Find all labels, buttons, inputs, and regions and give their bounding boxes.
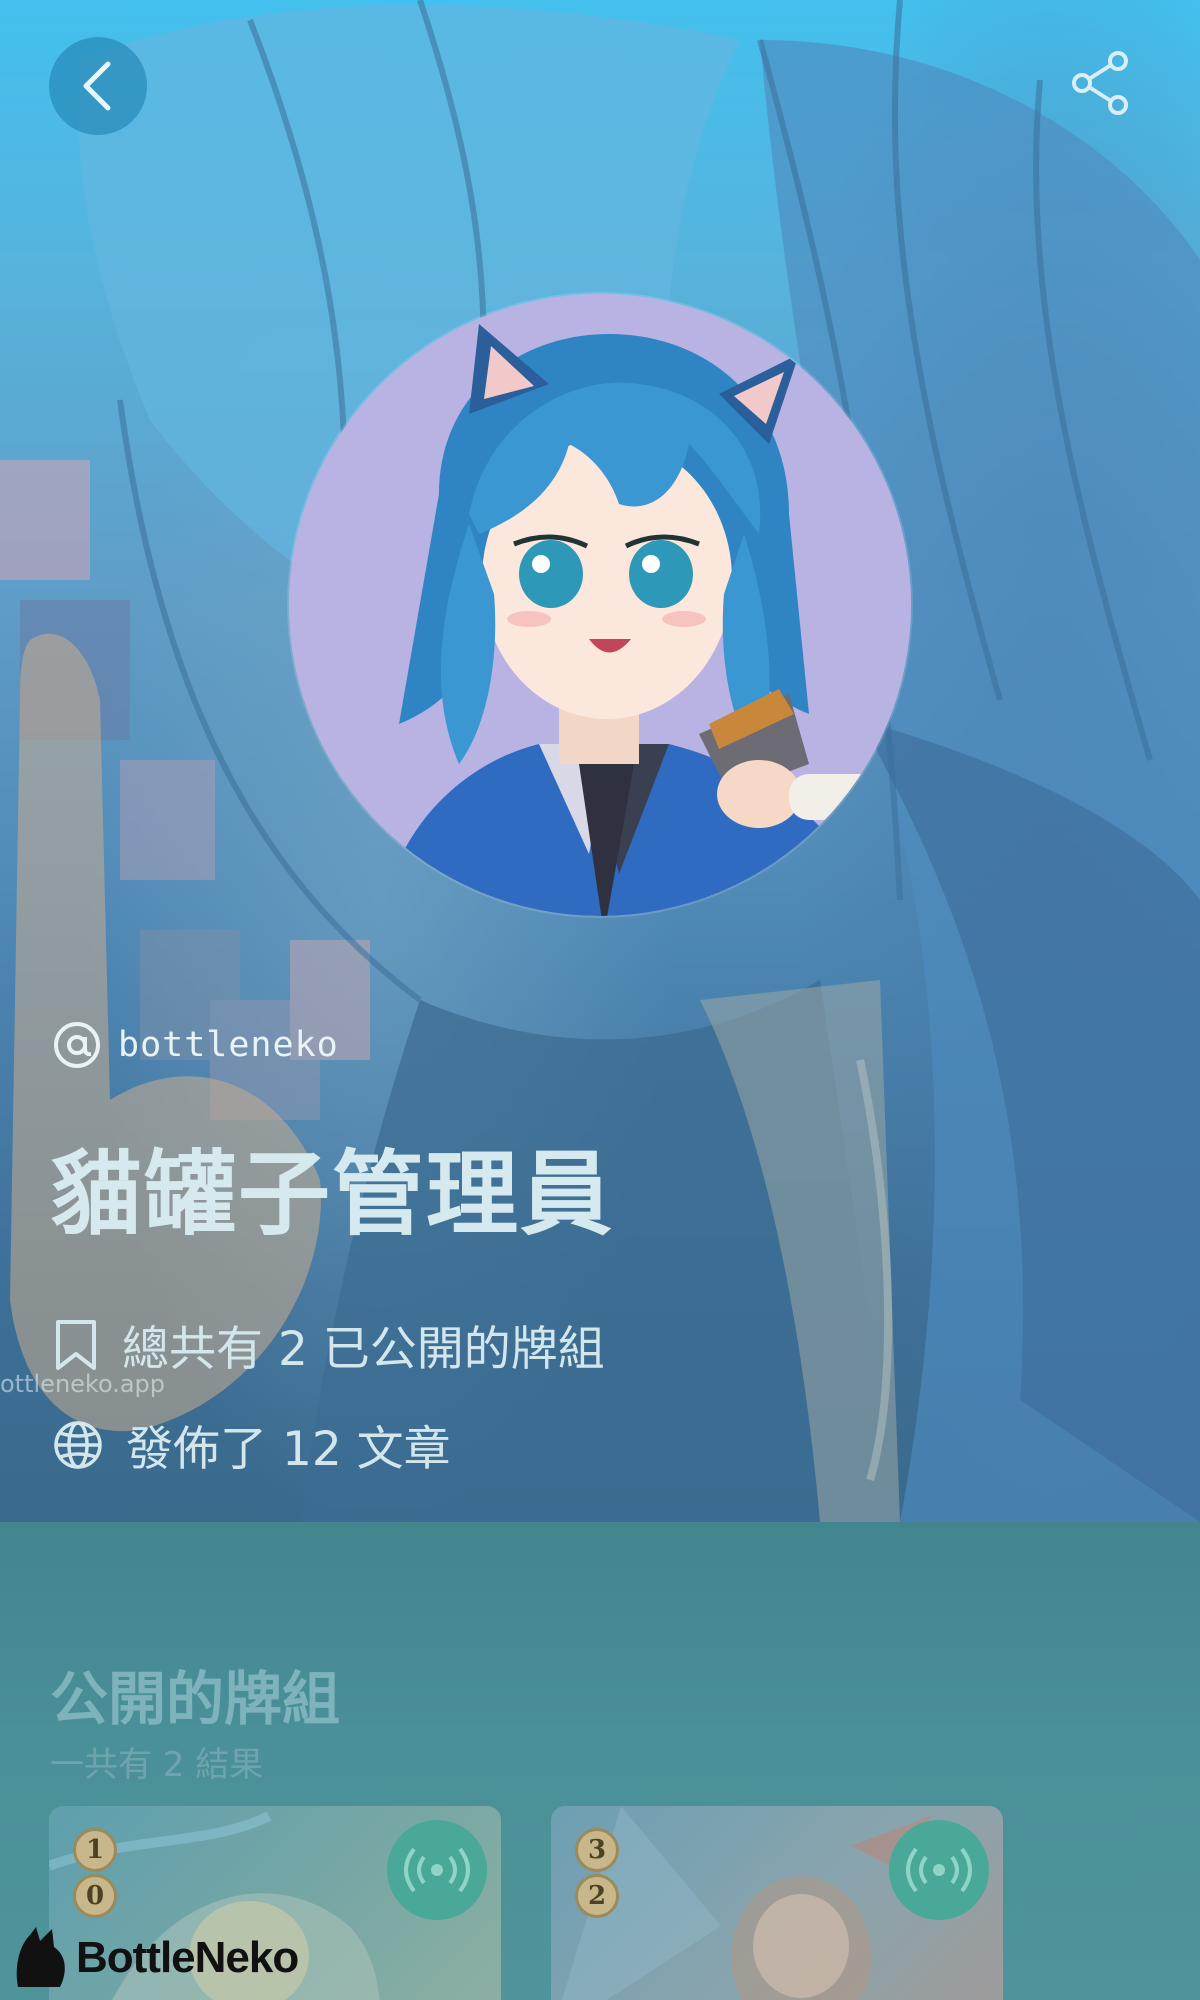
deck-level-coins: 1 0 xyxy=(71,1828,119,1918)
avatar-illustration xyxy=(289,294,911,916)
brand-logo: BottleNeko xyxy=(12,1925,299,1991)
deck-level-top: 1 xyxy=(73,1828,117,1872)
share-icon xyxy=(1072,51,1128,115)
live-badge xyxy=(889,1820,989,1920)
bookmark-icon xyxy=(56,1319,96,1370)
broadcast-icon xyxy=(906,1847,972,1893)
posts-stat-text: 發佈了 12 文章 xyxy=(126,1422,451,1477)
deck-level-bottom: 0 xyxy=(73,1874,117,1918)
section-title: 公開的牌組 xyxy=(50,1665,341,1733)
chevron-left-icon xyxy=(83,61,111,111)
public-decks-stat: 總共有 2 已公開的牌組 xyxy=(52,1310,605,1379)
deck-card[interactable]: 3 2 xyxy=(551,1806,1003,2000)
deck-level-bottom: 2 xyxy=(575,1874,619,1918)
profile-display-name: 貓罐子管理員 xyxy=(50,1141,615,1248)
profile-handle: bottleneko xyxy=(118,1025,339,1065)
share-button[interactable] xyxy=(1066,48,1136,118)
avatar xyxy=(289,294,911,916)
posts-stat: 發佈了 12 文章 xyxy=(52,1410,451,1479)
live-badge xyxy=(387,1820,487,1920)
deck-level-coins: 3 2 xyxy=(573,1828,621,1918)
brand-name: BottleNeko xyxy=(76,1933,299,1982)
back-button[interactable] xyxy=(49,37,147,135)
broadcast-icon xyxy=(404,1847,470,1893)
section-result-count: 一共有 2 結果 xyxy=(50,1745,264,1785)
handle-row: bottleneko xyxy=(52,1020,339,1070)
cat-logo-icon xyxy=(16,1927,65,1987)
profile-hero: bottleneko 貓罐子管理員 ottleneko.app 總共有 2 已公… xyxy=(0,0,1200,1522)
globe-icon xyxy=(54,1420,102,1469)
at-icon xyxy=(54,1022,100,1068)
deck-level-top: 3 xyxy=(575,1828,619,1872)
public-decks-stat-text: 總共有 2 已公開的牌組 xyxy=(122,1322,605,1377)
